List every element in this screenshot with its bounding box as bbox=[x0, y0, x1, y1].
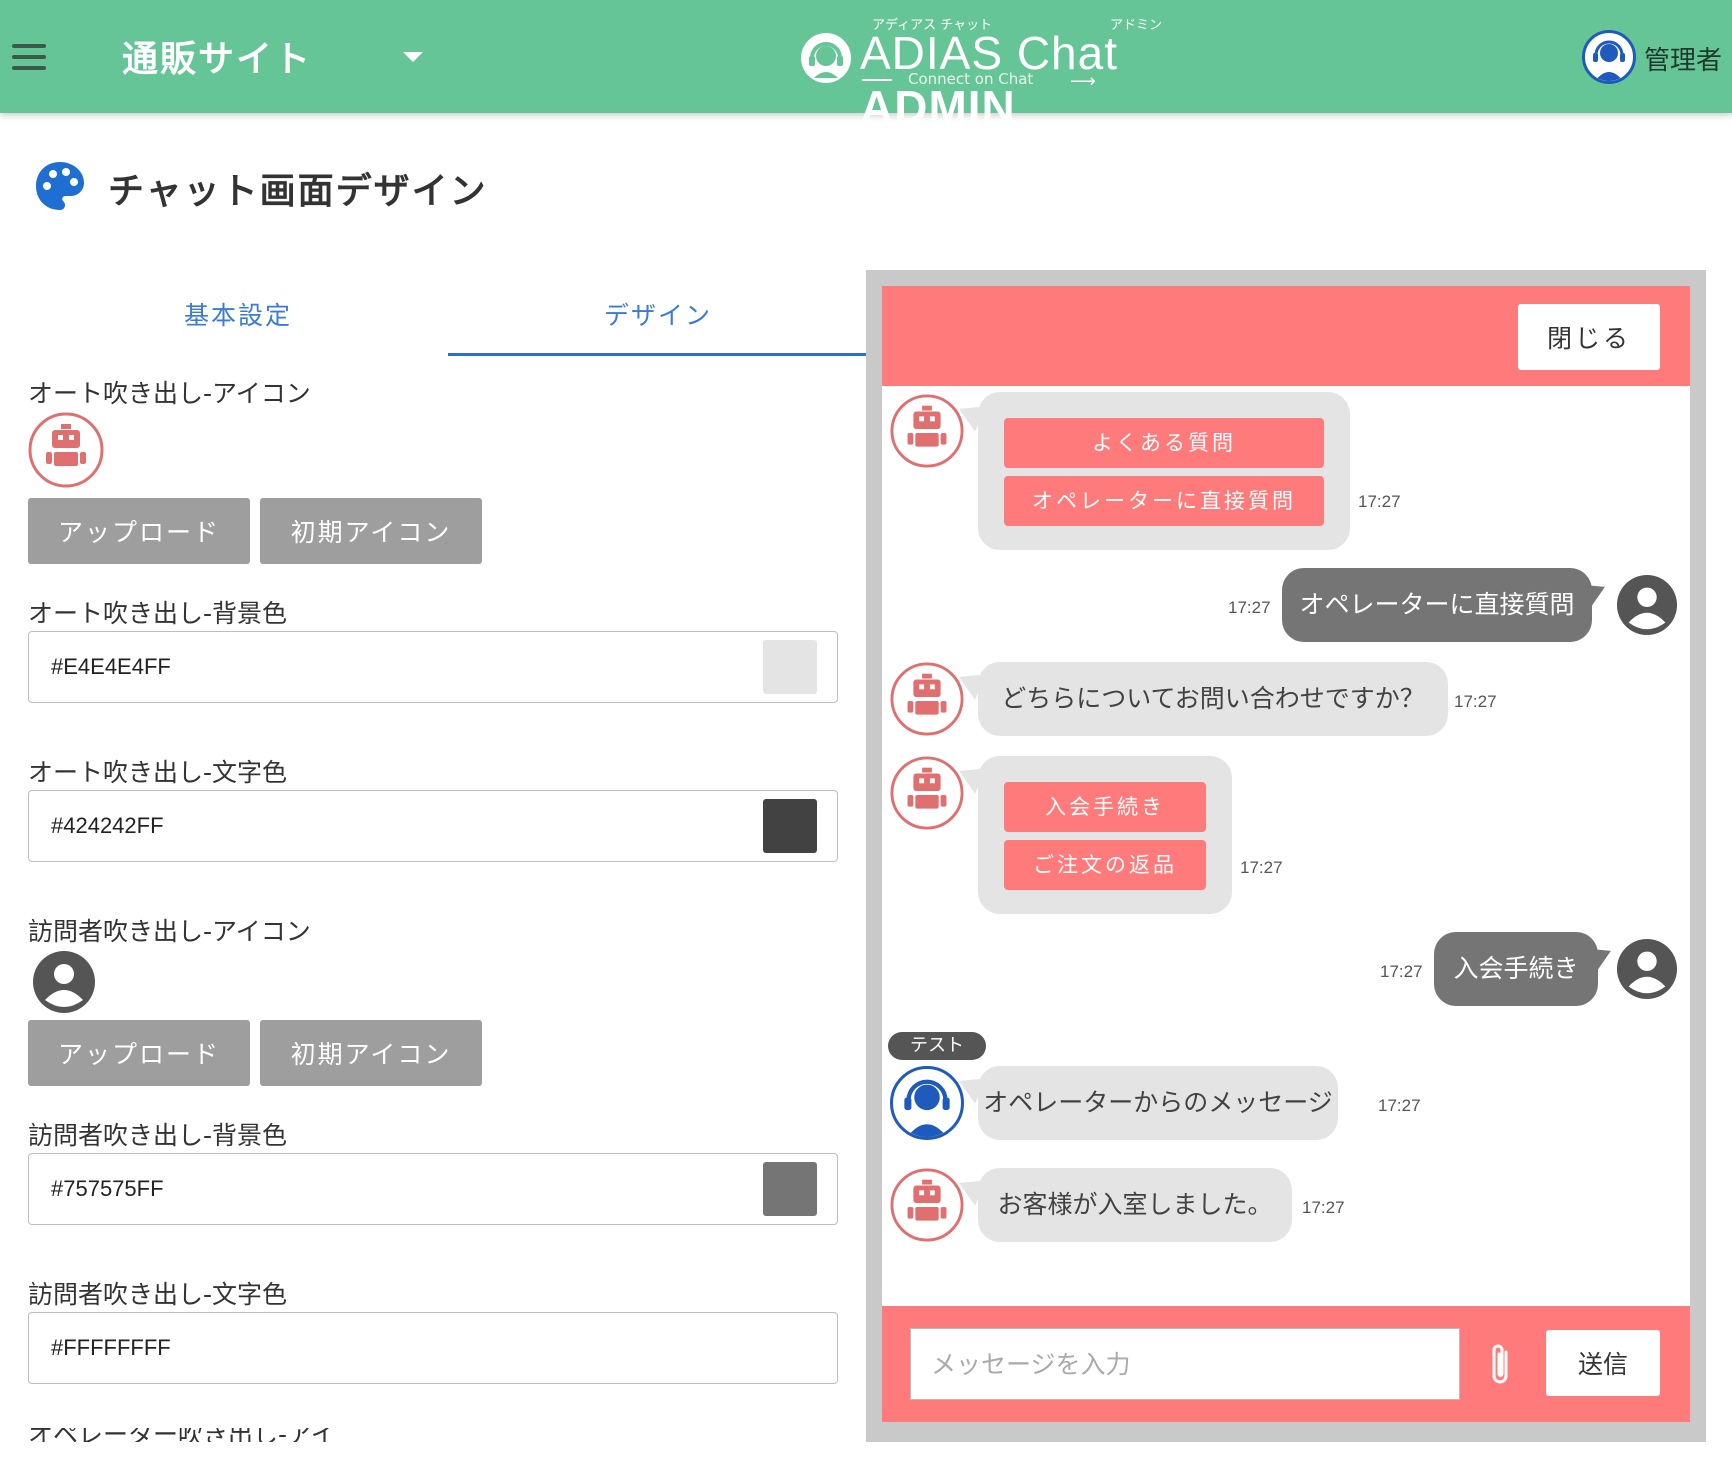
tab-design[interactable]: デザイン bbox=[448, 296, 868, 356]
visitor-text-label: 訪問者吹き出し-文字色 bbox=[28, 1280, 288, 1309]
message-time: 17:27 bbox=[1358, 492, 1401, 511]
visitor-bg-color-value: #757575FF bbox=[51, 1176, 164, 1201]
visitor-avatar bbox=[1616, 574, 1678, 636]
operator-avatar[interactable] bbox=[1582, 30, 1636, 84]
auto-choice-bubble: 入会手続き ご注文の返品 bbox=[978, 756, 1232, 914]
visitor-avatar bbox=[1616, 938, 1678, 1000]
chat-window: 閉じる よくある質問 オペレーターに直接質問 17:27 17:27 オペレータ… bbox=[882, 286, 1690, 1422]
robot-icon bbox=[890, 1168, 964, 1242]
bot-avatar bbox=[890, 662, 964, 736]
page-title: チャット画面デザイン bbox=[108, 171, 488, 212]
visitor-bg-label: 訪問者吹き出し-背景色 bbox=[28, 1121, 288, 1150]
arrow-right-icon: ⟶ bbox=[1070, 71, 1096, 92]
auto-bg-color-value: #E4E4E4FF bbox=[51, 654, 171, 679]
person-icon bbox=[33, 951, 95, 1013]
message-time: 17:27 bbox=[1454, 692, 1497, 711]
tab-basic-settings[interactable]: 基本設定 bbox=[28, 296, 448, 356]
auto-bubble: お客様が入室しました。 bbox=[978, 1168, 1292, 1242]
auto-bubble: どちらについてお問い合わせですか？ bbox=[978, 662, 1448, 736]
logo-subtitle: Connect on Chat bbox=[908, 70, 1034, 88]
auto-text-color-swatch[interactable] bbox=[763, 799, 817, 853]
person-icon bbox=[1616, 574, 1678, 636]
bot-avatar bbox=[890, 756, 964, 830]
auto-text-color-field[interactable]: #424242FF bbox=[28, 790, 838, 862]
robot-icon bbox=[890, 756, 964, 830]
visitor-icon-default-button[interactable]: 初期アイコン bbox=[260, 1020, 482, 1086]
operator-avatar bbox=[890, 1066, 964, 1140]
visitor-text-color-value: #FFFFFFFF bbox=[51, 1335, 171, 1360]
visitor-bubble: 入会手続き bbox=[1434, 932, 1598, 1006]
chat-close-button[interactable]: 閉じる bbox=[1518, 304, 1660, 370]
auto-icon-preview bbox=[28, 412, 104, 488]
site-selector-label[interactable]: 通販サイト bbox=[122, 30, 312, 82]
app-header: 通販サイト アディアス チャット アドミン ADIAS Chat ADMIN C… bbox=[0, 0, 1732, 133]
auto-choice-bubble: よくある質問 オペレーターに直接質問 bbox=[978, 392, 1350, 550]
user-name[interactable]: 管理者 bbox=[1644, 40, 1722, 77]
auto-bg-color-swatch[interactable] bbox=[763, 640, 817, 694]
chevron-down-icon[interactable] bbox=[403, 52, 423, 62]
visitor-bubble: オペレーターに直接質問 bbox=[1282, 568, 1592, 642]
bot-avatar bbox=[890, 394, 964, 468]
logo-divider bbox=[862, 79, 892, 81]
operator-icon-label: オペレーター吹き出し-アイ bbox=[28, 1428, 368, 1442]
visitor-icon-preview bbox=[32, 950, 98, 1016]
message-input[interactable] bbox=[910, 1328, 1460, 1400]
send-button[interactable]: 送信 bbox=[1546, 1330, 1660, 1396]
robot-icon bbox=[890, 394, 964, 468]
app-logo: アディアス チャット アドミン ADIAS Chat ADMIN Connect… bbox=[800, 12, 1240, 133]
headset-logo-icon bbox=[801, 33, 851, 83]
visitor-bg-color-swatch[interactable] bbox=[763, 1162, 817, 1216]
operator-name-badge: テスト bbox=[888, 1032, 986, 1060]
message-time: 17:27 bbox=[1380, 962, 1423, 981]
menu-icon[interactable] bbox=[12, 44, 46, 70]
operator-bubble: オペレーターからのメッセージ bbox=[978, 1066, 1338, 1140]
message-time: 17:27 bbox=[1240, 858, 1283, 877]
message-time: 17:27 bbox=[1378, 1096, 1421, 1115]
logo-text-bold: ADMIN bbox=[860, 81, 1016, 133]
visitor-text-color-field[interactable]: #FFFFFFFF bbox=[28, 1312, 838, 1384]
headset-operator-icon bbox=[904, 1079, 950, 1137]
visitor-bg-color-field[interactable]: #757575FF bbox=[28, 1153, 838, 1225]
auto-icon-label: オート吹き出し-アイコン bbox=[28, 379, 311, 408]
headset-operator-icon bbox=[1593, 40, 1625, 81]
bot-avatar bbox=[890, 1168, 964, 1242]
message-time: 17:27 bbox=[1228, 598, 1271, 617]
visitor-icon-upload-button[interactable]: アップロード bbox=[28, 1020, 250, 1086]
palette-icon bbox=[36, 162, 84, 210]
active-tab-indicator bbox=[448, 353, 868, 356]
robot-icon bbox=[28, 412, 104, 488]
person-icon bbox=[1616, 938, 1678, 1000]
robot-icon bbox=[890, 662, 964, 736]
auto-icon-default-button[interactable]: 初期アイコン bbox=[260, 498, 482, 564]
choice-button[interactable]: 入会手続き bbox=[1004, 782, 1206, 832]
chat-header: 閉じる bbox=[882, 286, 1690, 386]
visitor-icon-label: 訪問者吹き出し-アイコン bbox=[28, 917, 311, 946]
auto-text-color-value: #424242FF bbox=[51, 813, 164, 838]
choice-button[interactable]: ご注文の返品 bbox=[1004, 840, 1206, 890]
auto-bg-label: オート吹き出し-背景色 bbox=[28, 599, 288, 628]
choice-button[interactable]: よくある質問 bbox=[1004, 418, 1324, 468]
auto-bg-color-field[interactable]: #E4E4E4FF bbox=[28, 631, 838, 703]
auto-icon-upload-button[interactable]: アップロード bbox=[28, 498, 250, 564]
choice-button[interactable]: オペレーターに直接質問 bbox=[1004, 476, 1324, 526]
message-time: 17:27 bbox=[1302, 1198, 1345, 1217]
paperclip-icon[interactable] bbox=[1486, 1342, 1516, 1388]
auto-text-label: オート吹き出し-文字色 bbox=[28, 758, 288, 787]
chat-input-bar: 送信 bbox=[882, 1306, 1690, 1422]
